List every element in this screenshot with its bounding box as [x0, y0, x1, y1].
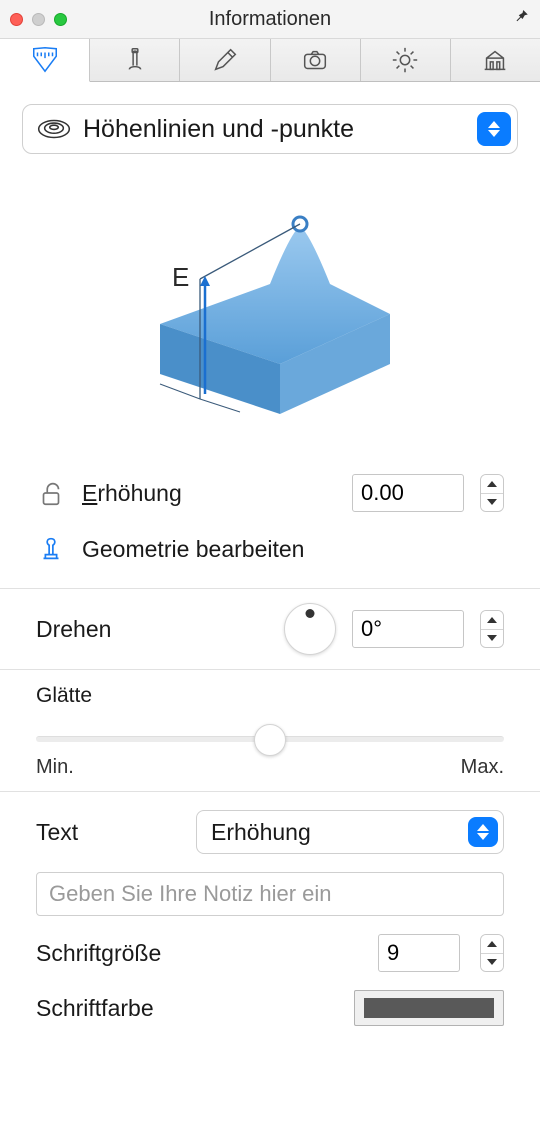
object-type-dropdown[interactable]: Höhenlinien und -punkte — [22, 104, 518, 154]
rotate-dial[interactable] — [284, 603, 336, 655]
terrain-illustration: E — [0, 154, 540, 454]
fontcolor-well[interactable] — [354, 990, 504, 1026]
dropdown-chevrons-icon — [477, 112, 511, 146]
object-type-row: Höhenlinien und -punkte — [0, 82, 540, 154]
elevation-stepper[interactable] — [480, 474, 504, 512]
smooth-min-label: Min. — [36, 756, 74, 779]
elevation-section: Erhöhung Geometrie bearbeiten — [0, 454, 540, 588]
unlock-icon[interactable] — [36, 478, 66, 508]
fontsize-stepper[interactable] — [480, 934, 504, 972]
elevation-input[interactable] — [352, 474, 464, 512]
smooth-section: Glätte — [0, 670, 540, 708]
tab-pencil[interactable] — [180, 39, 270, 81]
window-title: Informationen — [0, 8, 540, 31]
rotate-label: Drehen — [36, 616, 111, 643]
edit-geometry-button[interactable]: Geometrie bearbeiten — [82, 536, 304, 563]
dropdown-chevrons-icon — [468, 817, 498, 847]
tab-camera[interactable] — [271, 39, 361, 81]
smooth-max-label: Max. — [461, 756, 504, 779]
text-label: Text — [36, 819, 176, 846]
fontsize-input[interactable] — [378, 934, 460, 972]
contour-icon — [37, 117, 71, 141]
illustration-label: E — [172, 262, 189, 292]
note-input[interactable]: Geben Sie Ihre Notiz hier ein — [36, 872, 504, 916]
tab-building[interactable] — [451, 39, 540, 81]
tab-measure[interactable] — [0, 39, 90, 82]
smooth-slider-thumb[interactable] — [254, 724, 286, 756]
text-type-dropdown[interactable]: Erhöhung — [196, 810, 504, 854]
tab-sun[interactable] — [361, 39, 451, 81]
rotate-input[interactable] — [352, 610, 464, 648]
stamp-icon — [36, 534, 66, 564]
text-type-value: Erhöhung — [211, 819, 468, 846]
elevation-label: Erhöhung — [82, 480, 182, 507]
smooth-slider[interactable] — [36, 736, 504, 742]
rotate-section: Drehen — [0, 589, 540, 669]
rotate-stepper[interactable] — [480, 610, 504, 648]
smooth-label: Glätte — [36, 684, 92, 707]
category-toolbar — [0, 38, 540, 82]
object-type-label: Höhenlinien und -punkte — [83, 115, 465, 144]
titlebar: Informationen — [0, 0, 540, 38]
fontcolor-label: Schriftfarbe — [36, 995, 176, 1022]
tab-brush[interactable] — [90, 39, 180, 81]
text-section: Text Erhöhung Geben Sie Ihre Notiz hier … — [0, 792, 540, 1044]
fontsize-label: Schriftgröße — [36, 940, 176, 967]
